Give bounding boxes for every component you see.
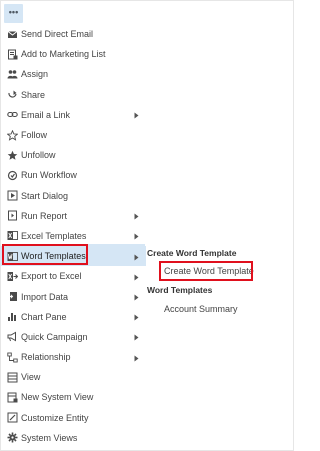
menu-item-label: Follow — [21, 130, 48, 141]
chevron-right-icon — [134, 273, 139, 281]
menu-item-label: Word Templates — [21, 251, 86, 262]
menu-item-send-direct-email[interactable]: Send Direct Email — [0, 24, 146, 44]
menu-item-share[interactable]: Share — [0, 85, 146, 105]
excel-icon — [7, 230, 18, 241]
menu-item-label: Email a Link — [21, 109, 71, 120]
menu-item-quick-campaign[interactable]: Quick Campaign — [0, 327, 146, 347]
menu-item-unfollow[interactable]: Unfollow — [0, 145, 146, 165]
workflow-icon — [7, 170, 18, 181]
menu-item-customize-entity[interactable]: Customize Entity — [0, 408, 146, 428]
menu-item-run-report[interactable]: Run Report — [0, 206, 146, 226]
export-excel-icon — [7, 271, 18, 282]
chevron-right-icon — [134, 313, 139, 321]
menu-item-label: Customize Entity — [21, 412, 89, 423]
view-icon — [7, 372, 18, 383]
create-word-template-callout — [159, 261, 253, 281]
menu-item-label: Assign — [21, 69, 49, 80]
menu-item-label: Share — [21, 89, 46, 100]
word-icon — [7, 251, 18, 262]
menu-item-relationship[interactable]: Relationship — [0, 347, 146, 367]
menu-item-run-workflow[interactable]: Run Workflow — [0, 165, 146, 185]
menu-item-label: Relationship — [21, 352, 71, 363]
more-commands-button[interactable]: ••• — [4, 4, 23, 23]
menu-item-label: Start Dialog — [21, 190, 69, 201]
import-icon — [7, 291, 18, 302]
chevron-right-icon — [134, 111, 139, 119]
menu-item-view[interactable]: View — [0, 367, 146, 387]
menu-item-new-system-view[interactable]: New System View — [0, 387, 146, 407]
menu-item-label: Import Data — [21, 291, 69, 302]
report-icon — [7, 210, 18, 221]
menu-item-label: Chart Pane — [21, 311, 67, 322]
gear-icon — [7, 432, 18, 443]
menu-item-label: Send Direct Email — [21, 29, 94, 40]
menu-item-start-dialog[interactable]: Start Dialog — [0, 186, 146, 206]
chart-icon — [7, 311, 18, 322]
menu-item-assign[interactable]: Assign — [0, 64, 146, 84]
menu-item-chart-pane[interactable]: Chart Pane — [0, 307, 146, 327]
link-icon — [7, 109, 18, 120]
new-view-icon — [7, 392, 18, 403]
menu-item-label: Export to Excel — [21, 271, 82, 282]
star-filled-icon — [7, 150, 18, 161]
campaign-icon — [7, 331, 18, 342]
menu-item-label: Quick Campaign — [21, 331, 88, 342]
chevron-right-icon — [134, 293, 139, 301]
menu-item-label: Unfollow — [21, 150, 56, 161]
menu-item-word-templates[interactable]: Word Templates — [0, 246, 146, 267]
word-templates-header: Word Templates — [147, 285, 213, 295]
list-add-icon — [7, 49, 18, 60]
dialog-icon — [7, 190, 18, 201]
customize-icon — [7, 412, 18, 423]
account-summary-item[interactable]: Account Summary — [164, 304, 238, 314]
chevron-right-icon — [134, 253, 139, 261]
menu-item-add-to-marketing-list[interactable]: Add to Marketing List — [0, 44, 146, 64]
menu-item-label: View — [21, 372, 41, 383]
menu-item-label: Add to Marketing List — [21, 49, 106, 60]
share-icon — [7, 89, 18, 100]
menu-item-export-to-excel[interactable]: Export to Excel — [0, 266, 146, 286]
menu-item-label: Run Workflow — [21, 170, 77, 181]
assign-people-icon — [7, 69, 18, 80]
chevron-right-icon — [134, 232, 139, 240]
menu-item-follow[interactable]: Follow — [0, 125, 146, 145]
menu-item-label: Run Report — [21, 210, 68, 221]
chevron-right-icon — [134, 212, 139, 220]
star-outline-icon — [7, 129, 18, 141]
menu-item-email-a-link[interactable]: Email a Link — [0, 105, 146, 125]
chevron-right-icon — [134, 333, 139, 341]
relationship-icon — [7, 352, 18, 363]
chevron-right-icon — [134, 354, 139, 362]
command-menu: Send Direct Email Add to Marketing List As… — [0, 24, 146, 448]
menu-item-label: New System View — [21, 392, 94, 403]
menu-item-excel-templates[interactable]: Excel Templates — [0, 226, 146, 246]
menu-item-label: System Views — [21, 432, 78, 443]
menu-item-system-views[interactable]: System Views — [0, 428, 146, 448]
menu-item-import-data[interactable]: Import Data — [0, 286, 146, 306]
envelope-icon — [7, 29, 18, 40]
menu-item-label: Excel Templates — [21, 230, 87, 241]
create-word-template-header: Create Word Template — [147, 248, 237, 258]
